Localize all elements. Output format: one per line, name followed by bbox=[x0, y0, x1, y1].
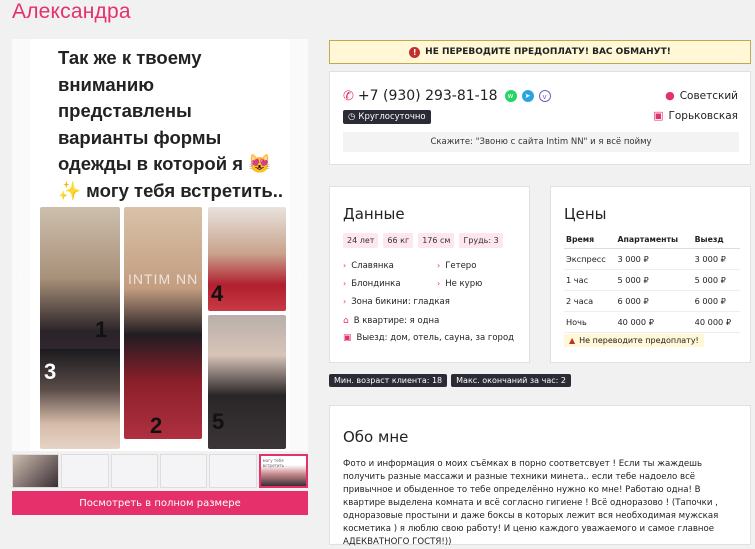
phone-icon: ✆ bbox=[343, 88, 354, 104]
outfit-photo-4: 4 bbox=[208, 207, 286, 311]
whatsapp-icon[interactable]: w bbox=[504, 90, 517, 102]
prices-card: Цены Время Апартаменты Выезд Экспресс 3 0… bbox=[550, 186, 751, 363]
table-row: Ночь 40 000 ₽40 000 ₽ bbox=[564, 311, 740, 333]
say-phrase: Скажите: "Звоню с сайта Intim NN" и я вс… bbox=[343, 132, 739, 152]
prepayment-warning-banner: ! НЕ ПЕРЕВОДИТЕ ПРЕДОПЛАТУ! ВАС ОБМАНУТ! bbox=[329, 40, 751, 64]
data-card: Данные 24 лет 66 кг 176 см Грудь: 3 › Сла… bbox=[329, 186, 530, 363]
prices-table: Время Апартаменты Выезд Экспресс 3 000 ₽3… bbox=[564, 231, 740, 333]
outfit-number: 1 bbox=[95, 317, 108, 342]
contact-card: ✆ +7 (930) 293-81-18 w ➤ v ◷ Круглосуточ… bbox=[329, 71, 751, 165]
caption-line: представлены bbox=[58, 100, 192, 121]
district: ● Советский bbox=[665, 89, 738, 102]
outfit-number: 5 bbox=[212, 409, 225, 434]
table-row: 2 часа 6 000 ₽6 000 ₽ bbox=[564, 290, 740, 312]
weight-tag: 66 кг bbox=[383, 233, 414, 248]
outfit-photo-3: 3 bbox=[40, 349, 120, 449]
trait: Славянка bbox=[351, 261, 394, 271]
thumbnail-strip: могу тебя встретить bbox=[12, 454, 308, 488]
trait: Гетеро bbox=[445, 261, 477, 271]
car-icon: ▣ bbox=[343, 333, 352, 343]
max-finishes-chip: Макс. окончаний за час: 2 bbox=[451, 374, 571, 387]
table-row: 1 час 5 000 ₽5 000 ₽ bbox=[564, 269, 740, 291]
phone-row: ✆ +7 (930) 293-81-18 w ➤ v bbox=[343, 88, 551, 104]
age-tag: 24 лет bbox=[343, 233, 379, 248]
phone-number[interactable]: +7 (930) 293-81-18 bbox=[358, 88, 498, 104]
column-header: Выезд bbox=[692, 231, 740, 249]
chevron-icon: › bbox=[343, 297, 347, 306]
about-text: Фото и информация о моих съёмках в порно… bbox=[343, 459, 719, 547]
chevron-icon: › bbox=[437, 279, 441, 288]
photo-caption: Так же к твоему вниманию представлены ва… bbox=[58, 45, 308, 204]
alert-icon: ! bbox=[409, 46, 421, 58]
thumbnail[interactable] bbox=[209, 454, 257, 488]
thumbnail[interactable] bbox=[12, 454, 60, 488]
main-photo[interactable]: Так же к твоему вниманию представлены ва… bbox=[12, 39, 308, 451]
min-age-chip: Мин. возраст клиента: 18 bbox=[329, 374, 448, 387]
location-pin-icon: ● bbox=[665, 89, 675, 102]
outfit-photo-5: 5 bbox=[208, 315, 286, 449]
warning-icon: ▲ bbox=[569, 336, 576, 345]
photo-canvas: Так же к твоему вниманию представлены ва… bbox=[30, 39, 290, 451]
about-title: Обо мне bbox=[343, 428, 409, 446]
home-icon: ⌂ bbox=[343, 316, 349, 326]
caption-line: вниманию bbox=[58, 73, 154, 95]
watermark: INTIM NN bbox=[128, 271, 199, 287]
about-card: Обо мне Фото и информация о моих съёмках… bbox=[329, 405, 751, 547]
stats-tags: 24 лет 66 кг 176 см Грудь: 3 bbox=[343, 233, 503, 248]
warning-text: НЕ ПЕРЕВОДИТЕ ПРЕДОПЛАТУ! ВАС ОБМАНУТ! bbox=[425, 47, 671, 57]
profile-name: Александра bbox=[12, 0, 131, 23]
thumbnail-active[interactable]: могу тебя встретить bbox=[258, 454, 308, 488]
caption-line: одежды в которой я 😻 bbox=[58, 153, 272, 174]
chevron-icon: › bbox=[343, 279, 347, 288]
chevron-icon: › bbox=[343, 261, 347, 270]
viber-icon[interactable]: v bbox=[538, 90, 551, 102]
trait: Блондинка bbox=[351, 279, 401, 289]
prices-warning: ▲ Не переводите предоплату! bbox=[564, 334, 704, 347]
metro-station: ▣ Горьковская bbox=[653, 109, 738, 122]
caption-line: ✨ могу тебя встретить.. bbox=[58, 179, 284, 201]
prev-photo-icon[interactable]: ‹ bbox=[18, 269, 24, 285]
thumbnail[interactable] bbox=[61, 454, 109, 488]
outfit-number: 2 bbox=[150, 413, 163, 438]
outcall: ▣ Выезд: дом, отель, сауна, за город bbox=[343, 333, 515, 343]
trait: Не курю bbox=[445, 279, 483, 289]
telegram-icon[interactable]: ➤ bbox=[521, 90, 534, 102]
caption-line: варианты формы bbox=[58, 126, 222, 148]
outfit-photo-2: 2 bbox=[124, 207, 202, 439]
height-tag: 176 см bbox=[418, 233, 455, 248]
caption-line: Так же к твоему bbox=[58, 47, 202, 68]
traits-list: › Славянка › Гетеро › Блондинка › Не курю › Зон… bbox=[343, 257, 482, 311]
hours-badge: ◷ Круглосуточно bbox=[343, 110, 431, 124]
trait: Зона бикини: гладкая bbox=[351, 297, 450, 307]
clock-icon: ◷ bbox=[348, 112, 356, 122]
outfit-number: 4 bbox=[211, 281, 224, 306]
next-photo-icon[interactable]: › bbox=[296, 269, 302, 285]
client-limits: Мин. возраст клиента: 18 Макс. окончаний… bbox=[329, 374, 571, 387]
outfit-number: 3 bbox=[44, 359, 57, 384]
thumbnail[interactable] bbox=[110, 454, 158, 488]
data-title: Данные bbox=[343, 205, 405, 223]
chevron-icon: › bbox=[437, 261, 441, 270]
prices-title: Цены bbox=[564, 205, 607, 223]
view-full-size-button[interactable]: Посмотреть в полном размере bbox=[12, 491, 308, 515]
metro-icon: ▣ bbox=[653, 109, 664, 122]
thumbnail[interactable] bbox=[159, 454, 208, 488]
column-header: Время bbox=[564, 231, 616, 249]
table-row: Экспресс 3 000 ₽3 000 ₽ bbox=[564, 248, 740, 270]
column-header: Апартаменты bbox=[615, 231, 693, 249]
breast-tag: Грудь: 3 bbox=[459, 233, 503, 248]
in-apartment: ⌂ В квартире: я одна bbox=[343, 316, 440, 326]
